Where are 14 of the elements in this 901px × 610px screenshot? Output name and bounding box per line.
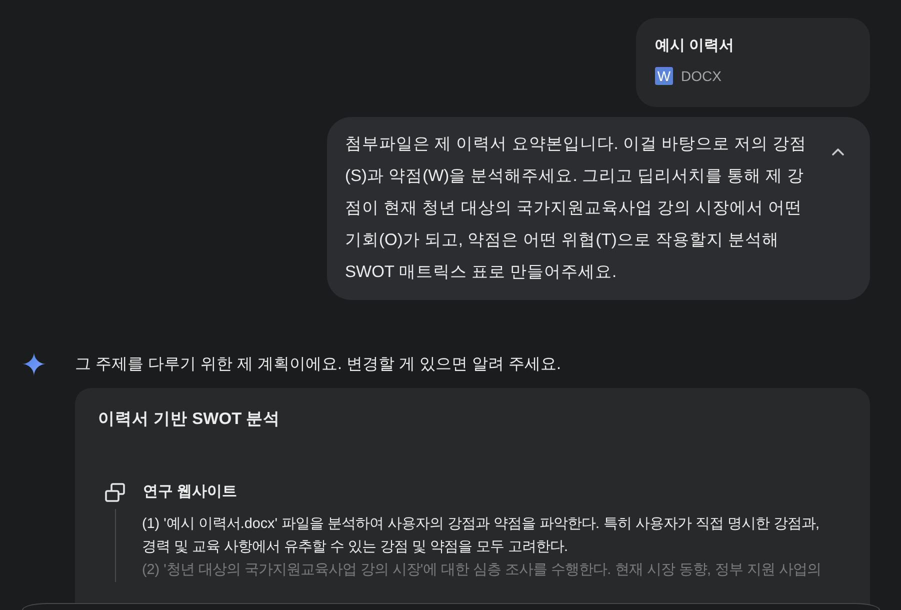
file-type-label: DOCX [681,68,722,84]
file-name: 예시 이력서 [655,36,736,56]
user-message-text: 첨부파일은 제 이력서 요약본입니다. 이걸 바탕으로 저의 강점 (S)과 약점(W)을 분석해주세요. 그리고 딥리서치를 통해 제 강점이 현재 청년 대상의 국가지원교육사업 강의 시장에서 어떤 기회(O)가 되고, 약점은 어떤 위협(T)으로 작용할지 분석해 SWOT 매트릭스 표로 만들어주세요. [345,134,808,283]
response-text: 그 주제를 다루기 위한 제 계획이에요. 변경할 게 있으면 알려 주세요. [75,354,561,375]
file-attachment-card[interactable]: 예시 이력서 W DOCX [636,18,870,107]
plan-title: 이력서 기반 SWOT 분석 [98,409,282,430]
word-file-icon: W [655,67,673,85]
chevron-icon[interactable] [832,148,844,156]
section-heading: 연구 웹사이트 [143,482,238,502]
plan-step-text: (2) '청년 대상의 국가지원교육사업 강의 시장'에 대한 심층 조사를 수행한다. 현재 시장 동향, 정부 지원 사업의 [142,561,822,580]
sparkle-icon [22,352,46,376]
plan-step-text: (1) '예시 이력서.docx' 파일을 분석하여 사용자의 강점과 약점을 파악한다. 특히 사용자가 직접 명시한 강점과, 경력 및 교육 사항에서 유추할 수 있는 강점 및 약점을 모두 고려한다. [142,515,820,557]
stacked-windows-icon [105,482,125,502]
prompt-input-field[interactable] [22,603,880,610]
